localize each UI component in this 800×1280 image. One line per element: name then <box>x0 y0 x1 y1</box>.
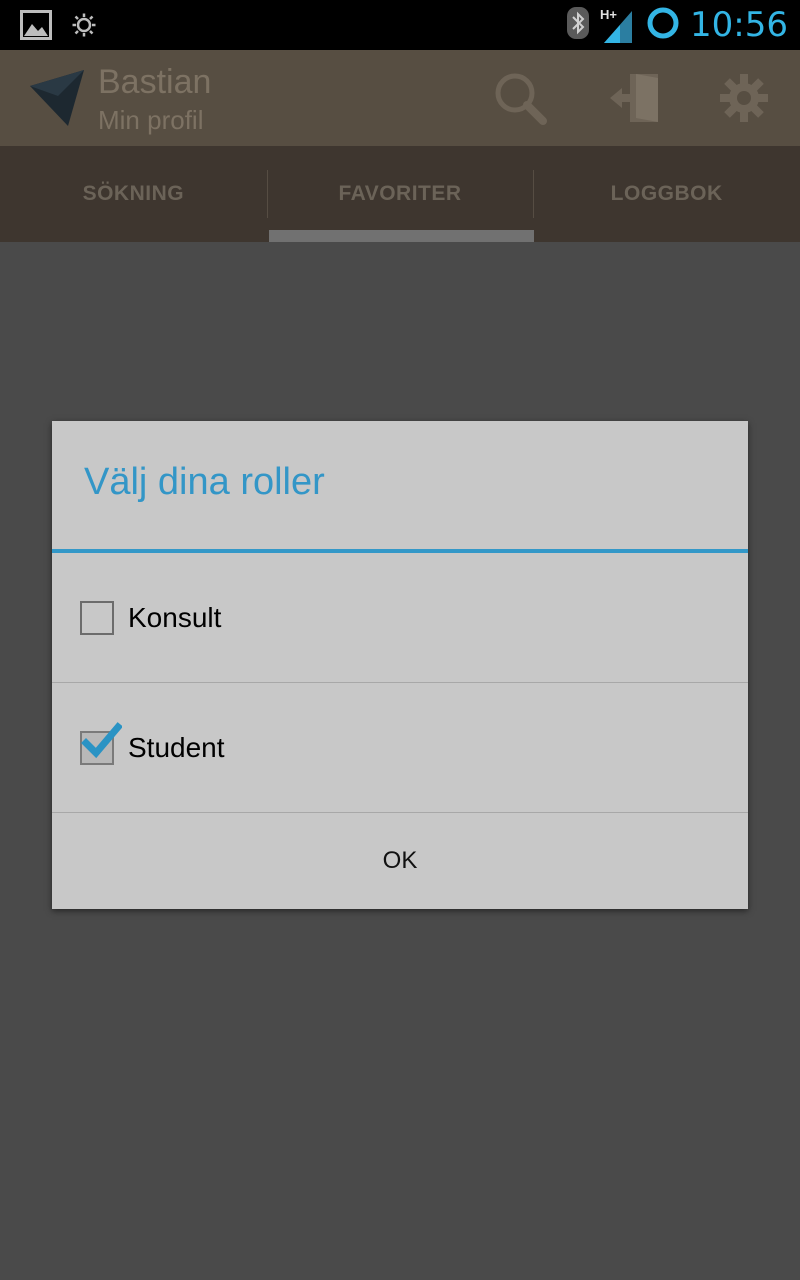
status-bar: H+ 10:56 <box>0 0 800 50</box>
roles-dialog: Välj dina roller Konsult Student OK <box>52 421 748 909</box>
status-time: 10:56 <box>690 5 788 45</box>
ok-button[interactable]: OK <box>52 813 748 909</box>
search-icon[interactable] <box>490 68 550 128</box>
app-subtitle: Min profil <box>98 105 204 135</box>
sync-circle-icon <box>646 6 680 45</box>
gear-icon[interactable] <box>714 68 774 128</box>
dialog-title: Välj dina roller <box>84 461 325 503</box>
option-konsult[interactable]: Konsult <box>52 553 748 682</box>
tab-label: FAVORITER <box>338 182 462 205</box>
tab-label: SÖKNING <box>82 182 185 205</box>
signal-icon: H+ <box>600 5 636 45</box>
tab-favoriter[interactable]: FAVORITER <box>266 146 534 242</box>
tab-label: LOGGBOK <box>610 182 723 205</box>
tab-loggbok[interactable]: LOGGBOK <box>533 146 800 242</box>
option-label: Student <box>128 731 225 763</box>
tab-bar: SÖKNING FAVORITER LOGGBOK <box>0 146 800 242</box>
option-label: Konsult <box>128 601 222 633</box>
action-bar: Bastian Min profil <box>0 50 800 146</box>
image-icon <box>20 10 52 45</box>
checkbox-student[interactable] <box>80 721 123 765</box>
tab-sokning[interactable]: SÖKNING <box>0 146 267 242</box>
bluetooth-icon <box>566 6 590 45</box>
ok-label: OK <box>382 847 418 874</box>
app-title: Bastian <box>98 63 212 101</box>
checkmark-icon <box>80 721 123 768</box>
selected-tab-indicator <box>269 230 534 242</box>
checkbox-konsult[interactable] <box>80 600 114 635</box>
option-student[interactable]: Student <box>52 683 748 812</box>
app-logo-icon[interactable] <box>28 68 86 133</box>
brightness-icon <box>72 13 96 42</box>
logout-icon[interactable] <box>604 68 664 128</box>
